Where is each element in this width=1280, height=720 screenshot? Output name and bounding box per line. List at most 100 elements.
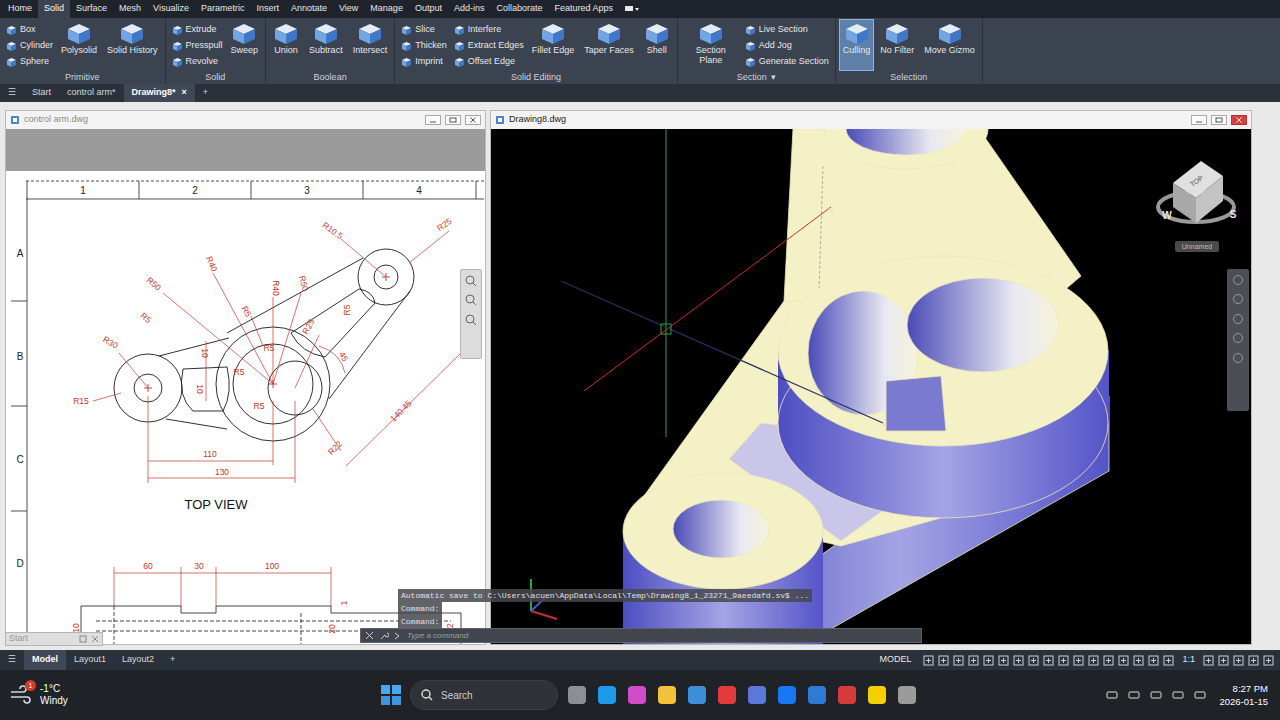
chevron-icon[interactable]: [1105, 688, 1119, 702]
tool-button[interactable]: Section Plane: [682, 20, 740, 70]
tool-button[interactable]: Thicken: [399, 39, 449, 53]
drawing-window[interactable]: Drawing8.dwgxzTOPWSUnnamed: [490, 110, 1252, 645]
maximize-button[interactable]: [1211, 115, 1227, 125]
tool-button[interactable]: Box: [4, 23, 55, 37]
space-toggle[interactable]: MODEL: [879, 653, 911, 667]
status-tool-icon[interactable]: [998, 655, 1009, 666]
tool-button[interactable]: Shell: [641, 20, 673, 70]
tool-button[interactable]: Culling: [840, 20, 874, 70]
tool-button[interactable]: Taper Faces: [581, 20, 637, 70]
taskbar-app[interactable]: [716, 684, 738, 706]
status-tool-icon[interactable]: [1118, 655, 1129, 666]
ribbon-tab[interactable]: Visualize: [147, 0, 195, 18]
battery-icon[interactable]: [1171, 688, 1185, 702]
file-tab[interactable]: Drawing8*×: [124, 84, 195, 102]
status-tool-icon[interactable]: [1133, 655, 1144, 666]
tool-button[interactable]: Live Section: [743, 23, 831, 37]
status-tool-icon[interactable]: [1073, 655, 1084, 666]
volume-icon[interactable]: [1149, 688, 1163, 702]
close-button[interactable]: [1231, 115, 1247, 125]
taskbar-app[interactable]: [596, 684, 618, 706]
status-tool-icon[interactable]: [938, 655, 949, 666]
close-button[interactable]: [465, 115, 481, 125]
ribbon-tab[interactable]: Home: [2, 0, 38, 18]
tool-button[interactable]: Union: [270, 20, 302, 70]
ribbon-tab[interactable]: Parametric: [195, 0, 251, 18]
nav-tool[interactable]: [1232, 351, 1244, 365]
status-tool-icon[interactable]: [1233, 655, 1244, 666]
layout-tab[interactable]: Model: [24, 650, 66, 670]
solid-model[interactable]: [623, 129, 1109, 644]
viewport[interactable]: xzTOPWSUnnamed: [491, 129, 1251, 644]
close-icon[interactable]: [91, 635, 99, 643]
file-tab[interactable]: Start: [24, 84, 59, 102]
tool-button[interactable]: Extrude: [170, 23, 225, 37]
layout-tab[interactable]: Layout1: [66, 650, 114, 670]
tool-button[interactable]: Interfere: [452, 23, 526, 37]
ribbon-tab[interactable]: Mesh: [113, 0, 147, 18]
view-name-box[interactable]: [1175, 241, 1219, 252]
status-tool-icon[interactable]: [1263, 655, 1274, 666]
command-input[interactable]: [407, 630, 917, 642]
nav-tool[interactable]: [1232, 312, 1244, 326]
tool-button[interactable]: Intersect: [350, 20, 391, 70]
viewcube[interactable]: TOPWSUnnamed: [1158, 161, 1237, 252]
status-tool-icon[interactable]: [1203, 655, 1214, 666]
menu-button[interactable]: ☰: [0, 84, 24, 102]
nav-tool[interactable]: [1232, 332, 1244, 346]
status-tool-icon[interactable]: [1103, 655, 1114, 666]
minimize-button[interactable]: [425, 115, 441, 125]
status-tool-icon[interactable]: [1013, 655, 1024, 666]
tool-button[interactable]: Extract Edges: [452, 39, 526, 53]
panel-menu[interactable]: ▾: [771, 72, 776, 82]
network-icon[interactable]: [1127, 688, 1141, 702]
taskbar-app[interactable]: [776, 684, 798, 706]
status-tool-icon[interactable]: [983, 655, 994, 666]
tool-button[interactable]: Generate Section: [743, 55, 831, 69]
status-tool-icon[interactable]: [1148, 655, 1159, 666]
tool-button[interactable]: No Filter: [877, 20, 917, 70]
status-tool-icon[interactable]: [1163, 655, 1174, 666]
status-tool-icon[interactable]: [1028, 655, 1039, 666]
ribbon-tab[interactable]: Featured Apps: [548, 0, 619, 18]
minimize-button[interactable]: [1191, 115, 1207, 125]
tool-button[interactable]: Move Gizmo: [921, 20, 978, 70]
nav-tool[interactable]: [465, 294, 477, 308]
tool-button[interactable]: Offset Edge: [452, 55, 526, 69]
taskbar-app[interactable]: [626, 684, 648, 706]
tool-button[interactable]: Imprint: [399, 55, 449, 69]
taskbar-app[interactable]: [806, 684, 828, 706]
status-tool-icon[interactable]: [1088, 655, 1099, 666]
tool-button[interactable]: Sphere: [4, 55, 55, 69]
ribbon-tab[interactable]: View: [333, 0, 364, 18]
taskbar-app[interactable]: [746, 684, 768, 706]
status-tool-icon[interactable]: [923, 655, 934, 666]
taskbar-app[interactable]: [656, 684, 678, 706]
search-box[interactable]: Search: [410, 680, 558, 710]
taskbar-app[interactable]: [686, 684, 708, 706]
add-layout-button[interactable]: +: [162, 650, 183, 670]
status-tool-icon[interactable]: [1058, 655, 1069, 666]
drawing-window[interactable]: control arm.dwg1234ABCDR10.5R25R40R50R40…: [5, 110, 486, 645]
new-tab-button[interactable]: +: [195, 84, 216, 102]
ribbon-tab[interactable]: Add-ins: [448, 0, 491, 18]
tool-button[interactable]: Polysolid: [58, 20, 100, 70]
language-icon[interactable]: [1193, 688, 1207, 702]
taskbar-app[interactable]: [896, 684, 918, 706]
ribbon-options[interactable]: [619, 0, 645, 18]
weather-widget[interactable]: 1-1°CWindy: [8, 683, 380, 707]
tool-button[interactable]: Add Jog: [743, 39, 831, 53]
status-tool-icon[interactable]: [1248, 655, 1259, 666]
status-tool-icon[interactable]: [953, 655, 964, 666]
taskbar-app[interactable]: [866, 684, 888, 706]
clock[interactable]: 8:27 PM2026-01-15: [1219, 682, 1272, 709]
tool-button[interactable]: Solid History: [104, 20, 161, 70]
nav-tool[interactable]: [465, 313, 477, 327]
menu-button[interactable]: ☰: [0, 650, 24, 670]
ribbon-tab[interactable]: Solid: [38, 0, 70, 18]
tool-button[interactable]: Cylinder: [4, 39, 55, 53]
file-tab[interactable]: control arm*: [59, 84, 124, 102]
minimized-window[interactable]: Start: [5, 632, 103, 646]
restore-icon[interactable]: [79, 635, 87, 643]
ribbon-tab[interactable]: Insert: [250, 0, 285, 18]
